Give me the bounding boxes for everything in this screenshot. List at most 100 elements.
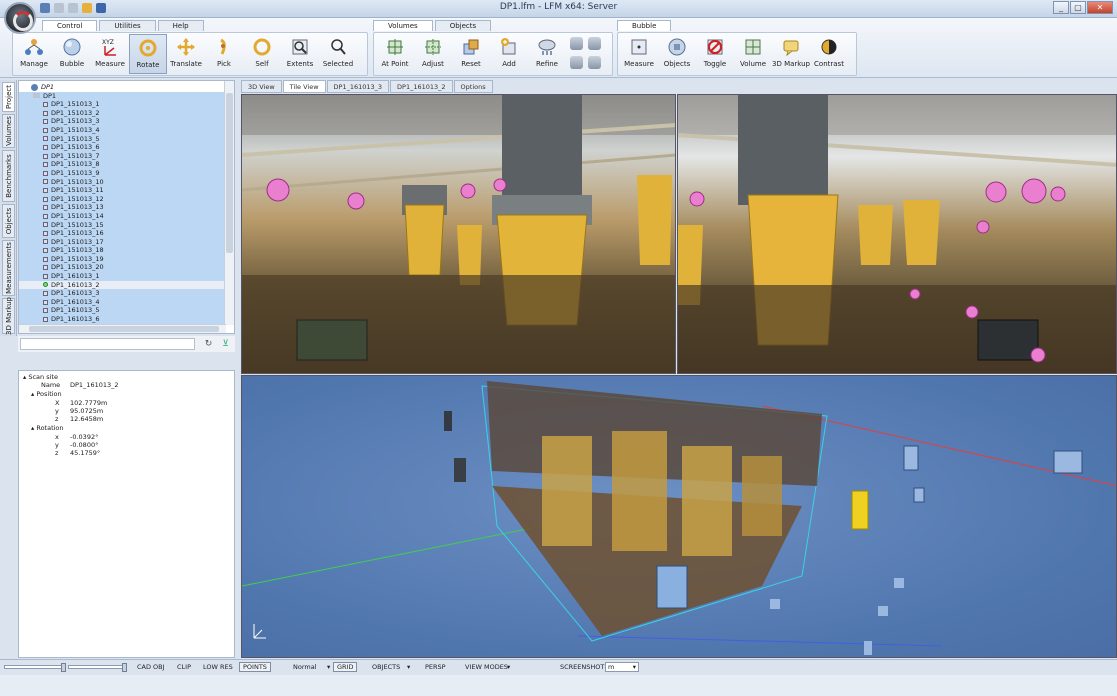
persp-toggle[interactable]: PERSP xyxy=(425,663,446,671)
low-res-toggle[interactable]: LOW RES xyxy=(203,663,233,671)
tree-item[interactable]: DP1_151013_4 xyxy=(19,125,224,135)
tree-item[interactable]: DP1_151013_15 xyxy=(19,220,224,230)
tree-item[interactable]: DP1_151013_10 xyxy=(19,177,224,187)
extents-button[interactable]: Extents xyxy=(281,34,319,74)
side-tab-benchmarks[interactable]: Benchmarks xyxy=(2,150,15,202)
tree-filter-input[interactable] xyxy=(20,338,195,350)
tree-item[interactable]: DP1_161013_6 xyxy=(19,315,224,324)
tree-scroll-thumb[interactable] xyxy=(226,93,233,253)
tree-item[interactable]: DP1_161013_3 xyxy=(19,289,224,298)
tree-item[interactable]: DP1_151013_13 xyxy=(19,203,224,212)
tree-item[interactable]: DP1_161013_1 xyxy=(19,272,224,281)
render-mode-select[interactable]: Normal xyxy=(293,663,317,671)
tab-scan-3[interactable]: DP1_161013_3 xyxy=(326,80,390,93)
bubble-button[interactable]: Bubble xyxy=(53,34,91,74)
manage-button[interactable]: Manage xyxy=(15,34,53,74)
tree-item[interactable]: DP1_151013_3 xyxy=(19,117,224,126)
tree-item[interactable]: DP1_151013_11 xyxy=(19,186,224,195)
tab-volumes[interactable]: Volumes xyxy=(373,20,433,31)
volume-copy-icon[interactable] xyxy=(570,37,583,50)
tree-item[interactable]: DP1_151013_14 xyxy=(19,211,224,221)
volume-delete-icon[interactable] xyxy=(588,56,601,69)
translate-button[interactable]: Translate xyxy=(167,34,205,74)
add-button[interactable]: Add xyxy=(490,34,528,74)
toggle-button[interactable]: Toggle xyxy=(696,34,734,74)
project-tree[interactable]: DP1 DP1 DP1_151013_1 DP1_151013_2 DP1_1510… xyxy=(18,80,235,334)
tab-options[interactable]: Options xyxy=(453,80,493,93)
view-modes-arrow-icon[interactable]: ▾ xyxy=(507,663,510,671)
selected-button[interactable]: Selected xyxy=(319,34,357,74)
tab-objects[interactable]: Objects xyxy=(434,20,492,31)
minimize-button[interactable]: _ xyxy=(1053,1,1069,14)
points-toggle[interactable]: POINTS xyxy=(239,662,271,672)
bubble-measure-button[interactable]: Measure xyxy=(620,34,658,74)
volume-move-icon[interactable] xyxy=(570,56,583,69)
view-modes-menu[interactable]: VIEW MODES xyxy=(465,663,508,671)
density-slider[interactable] xyxy=(68,663,127,672)
density-slider-knob[interactable] xyxy=(122,663,127,672)
tree-item[interactable]: DP1_151013_9 xyxy=(19,168,224,178)
app-menu-button[interactable] xyxy=(4,2,36,34)
tree-vertical-scrollbar[interactable] xyxy=(224,81,234,325)
clip-toggle[interactable]: CLIP xyxy=(177,663,191,671)
side-tab-objects[interactable]: Objects xyxy=(2,204,15,238)
filter-icon[interactable]: ⊻ xyxy=(220,339,231,350)
pick-button[interactable]: Pick xyxy=(205,34,243,74)
cad-obj-toggle[interactable]: CAD OBJ xyxy=(137,663,165,671)
tree-item[interactable]: DP1_151013_19 xyxy=(19,254,224,264)
tree-item[interactable]: DP1_151013_16 xyxy=(19,229,224,238)
panorama-viewport-left[interactable] xyxy=(241,94,676,374)
side-tab-3d-markup[interactable]: 3D Markup xyxy=(2,297,15,335)
side-tab-volumes[interactable]: Volumes xyxy=(2,114,15,148)
rotate-button[interactable]: Rotate xyxy=(129,34,167,74)
3d-markup-button[interactable]: 3D Markup xyxy=(772,34,810,74)
contrast-button[interactable]: Contrast xyxy=(810,34,848,74)
side-tab-project[interactable]: Project xyxy=(2,82,15,112)
objects-toggle[interactable]: OBJECTS xyxy=(372,663,400,671)
render-mode-arrow-icon[interactable]: ▾ xyxy=(327,663,330,671)
tree-horizontal-scrollbar[interactable] xyxy=(19,324,226,333)
tab-scan-2[interactable]: DP1_161013_2 xyxy=(390,80,453,93)
adjust-button[interactable]: Adjust xyxy=(414,34,452,74)
tree-item[interactable]: DP1_151013_2 xyxy=(19,108,224,118)
tree-item[interactable]: DP1_151013_5 xyxy=(19,134,224,144)
point-size-slider-knob[interactable] xyxy=(61,663,66,672)
tab-3d-view[interactable]: 3D View xyxy=(241,80,282,93)
refine-button[interactable]: Refine xyxy=(528,34,566,74)
refresh-icon[interactable]: ↻ xyxy=(203,339,214,350)
measure-button[interactable]: XYZ Measure xyxy=(91,34,129,74)
at-point-button[interactable]: At Point xyxy=(376,34,414,74)
volume-button[interactable]: Volume xyxy=(734,34,772,74)
self-button[interactable]: Self xyxy=(243,34,281,74)
tree-item[interactable]: DP1_151013_7 xyxy=(19,151,224,161)
tab-utilities[interactable]: Utilities xyxy=(99,20,156,31)
panorama-viewport-right[interactable] xyxy=(677,94,1117,374)
tree-item[interactable]: DP1_161013_4 xyxy=(19,297,224,307)
tab-tile-view[interactable]: Tile View xyxy=(282,80,326,93)
tree-item[interactable]: DP1_151013_8 xyxy=(19,160,224,169)
tree-group-node[interactable]: DP1 xyxy=(19,91,224,101)
objects-arrow-icon[interactable]: ▾ xyxy=(407,663,410,671)
maximize-button[interactable]: ▢ xyxy=(1070,1,1086,14)
tree-item[interactable]: DP1_151013_6 xyxy=(19,143,224,152)
tree-item[interactable]: DP1_151013_18 xyxy=(19,246,224,255)
tree-item[interactable]: DP1_151013_17 xyxy=(19,237,224,247)
bubble-objects-button[interactable]: Objects xyxy=(658,34,696,74)
tab-bubble[interactable]: Bubble xyxy=(617,20,672,31)
tab-control[interactable]: Control xyxy=(42,20,98,31)
point-cloud-3d-viewport[interactable] xyxy=(241,375,1117,658)
tab-help[interactable]: Help xyxy=(157,20,204,31)
close-button[interactable]: ✕ xyxy=(1087,1,1113,14)
reset-button[interactable]: Reset xyxy=(452,34,490,74)
tree-item[interactable]: DP1_151013_20 xyxy=(19,263,224,273)
volume-paste-icon[interactable] xyxy=(588,37,601,50)
unit-dropdown[interactable]: m ▾ xyxy=(605,662,639,672)
tree-item[interactable]: DP1_151013_1 xyxy=(19,100,224,109)
tree-item[interactable]: DP1_161013_5 xyxy=(19,306,224,316)
tree-item[interactable]: DP1_161013_2 xyxy=(19,280,224,290)
tree-root[interactable]: DP1 xyxy=(19,83,224,92)
screenshot-button[interactable]: SCREENSHOT xyxy=(560,663,604,671)
side-tab-measurements[interactable]: Measurements xyxy=(2,240,15,296)
tree-item[interactable]: DP1_151013_12 xyxy=(19,194,224,204)
point-size-slider[interactable] xyxy=(4,663,66,672)
